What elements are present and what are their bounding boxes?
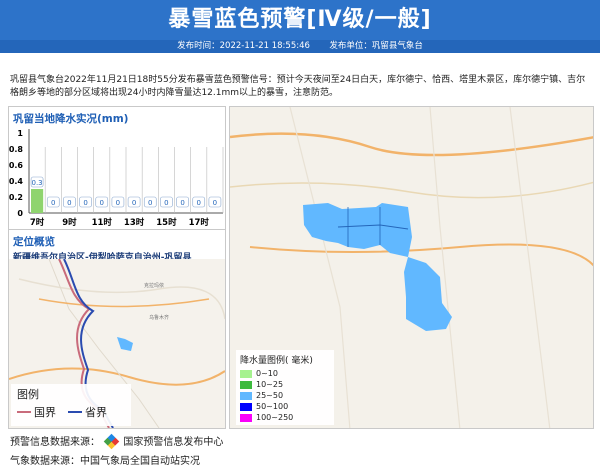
- svg-text:乌鲁木齐: 乌鲁木齐: [149, 314, 169, 321]
- data-label: 0: [197, 199, 201, 207]
- warning-title: 暴雪蓝色预警[Ⅳ级/一般]: [168, 7, 432, 32]
- legend-row-0-10: 0~10: [240, 368, 330, 379]
- x-tick-label: 9时: [62, 217, 77, 228]
- legend-row-100-250: 100~250: [240, 412, 330, 423]
- x-tick-label: 15时: [156, 217, 177, 228]
- legend-row-50-100: 50~100: [240, 401, 330, 412]
- legend-swatch: [240, 402, 252, 411]
- weather-source: 气象数据来源：中国气象局全国自动站实况: [10, 456, 200, 467]
- legend-label: 100~250: [256, 413, 294, 422]
- x-tick-label: 13时: [124, 217, 145, 228]
- national-border-label: 国界: [34, 406, 56, 419]
- legend-label: 0~10: [256, 369, 278, 378]
- warning-source: 预警信息数据来源： 国家预警信息发布中心: [10, 433, 223, 450]
- precip-legend-title: 降水量图例( 毫米): [240, 356, 313, 366]
- legend-swatch: [240, 413, 252, 422]
- provincial-border-label: 省界: [85, 406, 107, 419]
- location-title: 定位概览: [13, 236, 55, 248]
- warning-map[interactable]: 降水量图例( 毫米) 0~10 10~25 25~50 50~100 100~2…: [229, 106, 594, 429]
- data-label: 0: [180, 199, 184, 207]
- data-label: 0.3: [32, 179, 43, 187]
- legend-swatch: [240, 391, 252, 400]
- x-tick-label: 17时: [189, 217, 210, 228]
- data-label: 0: [116, 199, 120, 207]
- emergency-logo-icon: [103, 433, 120, 450]
- national-border-icon: [17, 411, 31, 413]
- x-tick-label: 11时: [92, 217, 113, 228]
- data-label: 0: [67, 199, 71, 207]
- warning-source-org[interactable]: 国家预警信息发布中心: [123, 437, 223, 448]
- publish-info: 发布时间：2022-11-21 18:55:46 发布单位：巩留县气象台: [0, 40, 600, 53]
- legend-label: 50~100: [256, 402, 289, 411]
- legend-label: 25~50: [256, 391, 284, 400]
- data-label: 0: [213, 199, 217, 207]
- svg-text:克拉玛依: 克拉玛依: [144, 282, 164, 289]
- x-tick-label: 7时: [30, 217, 45, 228]
- legend-label: 10~25: [256, 380, 284, 389]
- overview-legend: 图例 国界 省界: [11, 384, 131, 426]
- precip-chart: 1 0.8 0.6 0.4 0.2 0 0.3 0 0 0 0 0 0 0 0 0 0 0 7时 9时 11时 13时…: [9, 129, 224, 228]
- precip-bar[interactable]: [31, 189, 44, 213]
- precip-legend: 降水量图例( 毫米) 0~10 10~25 25~50 50~100 100~2…: [236, 350, 334, 425]
- y-tick-label: 0: [17, 209, 23, 218]
- legend-row-10-25: 10~25: [240, 379, 330, 390]
- data-label: 0: [164, 199, 168, 207]
- data-label: 0: [83, 199, 87, 207]
- publish-time: 发布时间：2022-11-21 18:55:46: [177, 41, 310, 51]
- overview-legend-title: 图例: [17, 388, 39, 401]
- y-tick-label: 0.6: [9, 161, 23, 170]
- legend-swatch: [240, 369, 252, 378]
- overview-map[interactable]: 乌鲁木齐 克拉玛依 图例 国界 省界: [9, 259, 225, 428]
- legend-row-25-50: 25~50: [240, 390, 330, 401]
- provincial-border-icon: [68, 411, 82, 413]
- data-label: 0: [100, 199, 104, 207]
- data-label: 0: [148, 199, 152, 207]
- data-label: 0: [132, 199, 136, 207]
- warning-source-label: 预警信息数据来源：: [10, 437, 100, 448]
- publisher: 发布单位：巩留县气象台: [329, 41, 423, 51]
- header-banner: 暴雪蓝色预警[Ⅳ级/一般] 发布时间：2022-11-21 18:55:46 发…: [0, 0, 600, 53]
- legend-swatch: [240, 380, 252, 389]
- left-panel: 巩留当地降水实况(mm) 1 0.8 0.6 0.4 0.2 0 0.3 0 0 0 0 0 0 0 0 0…: [8, 106, 226, 429]
- y-tick-label: 1: [17, 129, 23, 138]
- data-label: 0: [51, 199, 55, 207]
- warning-description: 巩留县气象台2022年11月21日18时55分发布暴雪蓝色预警信号：预计今天夜间…: [10, 75, 586, 98]
- y-tick-label: 0.4: [9, 177, 23, 186]
- y-tick-label: 0.8: [9, 145, 23, 154]
- y-tick-label: 0.2: [9, 193, 23, 202]
